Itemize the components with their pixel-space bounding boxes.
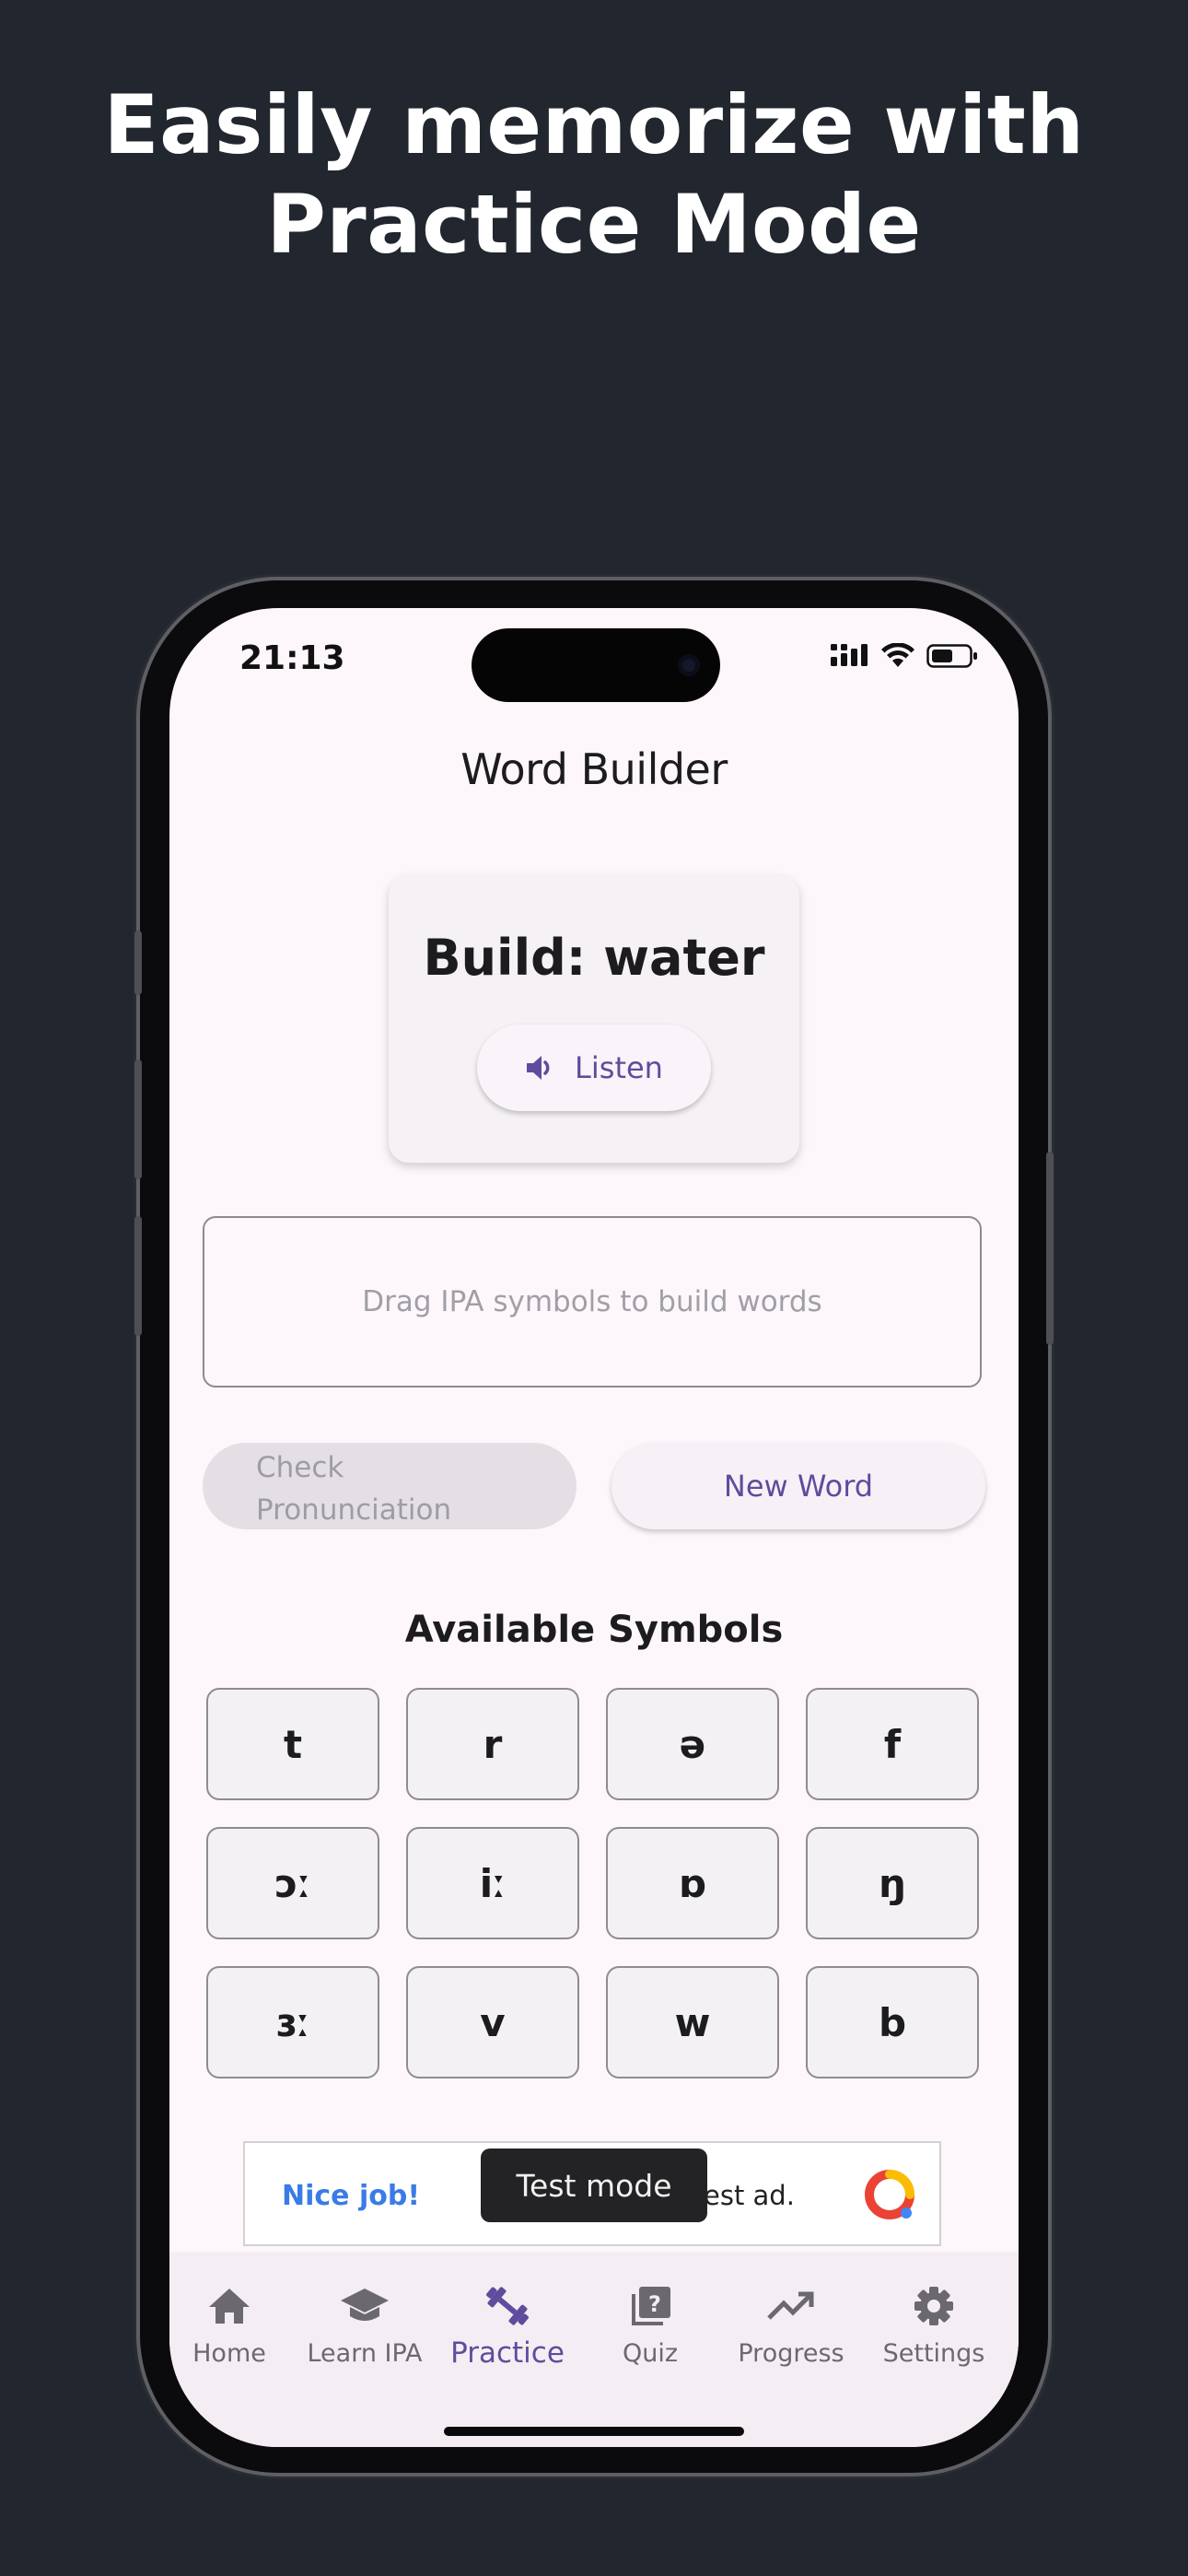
nav-item-progress[interactable]: Progress: [722, 2285, 860, 2368]
listen-label: Listen: [575, 1050, 663, 1085]
check-label-line-1: Check: [256, 1451, 344, 1484]
drop-zone-placeholder: Drag IPA symbols to build words: [362, 1285, 822, 1318]
symbol-tile[interactable]: ŋ: [806, 1827, 979, 1939]
dynamic-island: [472, 628, 720, 702]
ad-right-text: est ad.: [704, 2180, 795, 2211]
available-symbols-title: Available Symbols: [404, 1609, 784, 1651]
speaker-icon: [527, 1056, 550, 1080]
target-word-card: Build: water Listen: [389, 875, 799, 1163]
home-icon: [209, 2289, 250, 2324]
nav-item-home[interactable]: Home: [169, 2285, 298, 2368]
quiz-icon: ?: [632, 2287, 670, 2325]
symbol-tile[interactable]: w: [606, 1966, 779, 2078]
symbol-tile[interactable]: b: [806, 1966, 979, 2078]
nav-label: Learn IPA: [307, 2339, 423, 2368]
battery-icon: [926, 644, 977, 668]
target-word: Build: water: [423, 929, 765, 987]
symbol-tile[interactable]: ɒ: [606, 1827, 779, 1939]
ad-logo-icon: [865, 2170, 914, 2219]
listen-button[interactable]: Listen: [477, 1025, 711, 1111]
symbol-tile[interactable]: ə: [606, 1688, 779, 1800]
test-mode-toast: Test mode: [481, 2149, 707, 2222]
school-icon: [341, 2289, 389, 2321]
new-word-label: New Word: [723, 1469, 874, 1504]
phone-screen: 21:13 Word Builder Build: water Listen D…: [169, 608, 1019, 2447]
nav-label: Progress: [738, 2339, 844, 2368]
svg-text:?: ?: [648, 2291, 661, 2317]
status-icons: [831, 643, 978, 669]
status-time: 21:13: [239, 639, 345, 677]
fitness-icon: [486, 2287, 529, 2325]
symbol-tile[interactable]: ɜː: [206, 1966, 379, 2078]
home-indicator: [444, 2427, 744, 2436]
ad-left-text: Nice job!: [282, 2180, 421, 2212]
symbol-tile[interactable]: t: [206, 1688, 379, 1800]
trending-up-icon: [767, 2291, 814, 2320]
phone-volume-up: [134, 1060, 142, 1179]
page-title: Word Builder: [460, 744, 728, 794]
wifi-icon: [881, 643, 914, 667]
symbol-grid: t r ə f ɔː iː ɒ ŋ ɜː v w b: [206, 1688, 985, 2078]
nav-item-learn-ipa[interactable]: Learn IPA: [296, 2285, 434, 2368]
camera-lens: [678, 654, 700, 676]
phone-power-button: [1046, 1152, 1054, 1345]
check-label-line-2: Pronunciation: [256, 1493, 452, 1527]
nav-item-practice[interactable]: Practice: [438, 2285, 577, 2370]
symbol-tile[interactable]: f: [806, 1688, 979, 1800]
symbol-tile[interactable]: r: [406, 1688, 579, 1800]
symbol-tile[interactable]: v: [406, 1966, 579, 2078]
headline-line-2: Practice Mode: [266, 177, 922, 272]
signal-icon: [831, 644, 868, 666]
nav-label: Settings: [882, 2339, 985, 2368]
marketing-headline: Easily memorize with Practice Mode: [0, 76, 1188, 275]
nav-label: Quiz: [622, 2339, 679, 2368]
bottom-nav: Home Learn IPA Practice ? Quiz Progress …: [169, 2252, 1019, 2447]
check-pronunciation-button[interactable]: Check Pronunciation: [203, 1443, 577, 1529]
symbol-tile[interactable]: iː: [406, 1827, 579, 1939]
nav-item-quiz[interactable]: ? Quiz: [581, 2285, 719, 2368]
headline-line-1: Easily memorize with: [103, 77, 1085, 172]
symbol-tile[interactable]: ɔː: [206, 1827, 379, 1939]
phone-side-button: [134, 931, 142, 995]
phone-volume-down: [134, 1216, 142, 1336]
nav-label: Home: [192, 2339, 266, 2368]
gear-icon: [914, 2287, 953, 2325]
nav-item-settings[interactable]: Settings: [865, 2285, 1003, 2368]
word-drop-zone[interactable]: Drag IPA symbols to build words: [203, 1216, 982, 1388]
nav-label: Practice: [450, 2336, 565, 2370]
new-word-button[interactable]: New Word: [611, 1443, 985, 1529]
